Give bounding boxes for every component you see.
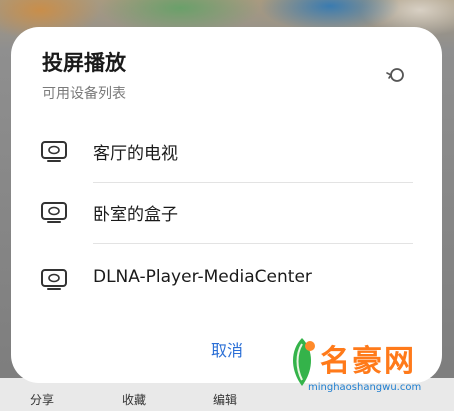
- watermark-text: 名豪网: [320, 344, 416, 379]
- bottom-item-edit[interactable]: 编辑: [213, 391, 237, 408]
- device-item-living-room-tv[interactable]: 客厅的电视: [31, 125, 423, 181]
- watermark-url: minghaoshangwu.com: [308, 382, 422, 393]
- dialog-title: 投屏播放: [42, 51, 126, 75]
- divider: [93, 243, 413, 244]
- device-item-dlna-player[interactable]: DLNA-Player-MediaCenter: [31, 253, 423, 309]
- device-item-bedroom-box[interactable]: 卧室的盒子: [31, 186, 423, 242]
- bottom-item-share[interactable]: 分享: [30, 391, 54, 408]
- dialog-subtitle: 可用设备列表: [42, 86, 126, 102]
- watermark: 名豪网 minghaoshangwu.com: [280, 330, 450, 408]
- bottom-item-favorite[interactable]: 收藏: [122, 391, 146, 408]
- divider: [93, 182, 413, 183]
- tv-icon: [41, 202, 67, 223]
- cancel-button[interactable]: 取消: [197, 338, 257, 364]
- device-label: 卧室的盒子: [93, 205, 178, 225]
- device-label: DLNA-Player-MediaCenter: [93, 267, 312, 287]
- tv-icon: [41, 269, 67, 290]
- tv-icon: [41, 141, 67, 162]
- device-label: 客厅的电视: [93, 144, 178, 164]
- refresh-icon[interactable]: [383, 63, 407, 87]
